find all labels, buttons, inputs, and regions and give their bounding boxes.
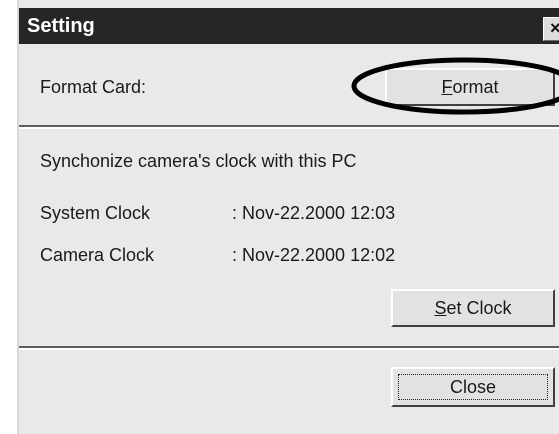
close-button[interactable]: Close [391,367,555,407]
separator-bottom [19,346,559,350]
separator-top [19,125,559,129]
camera-clock-value: : Nov-22.2000 12:02 [232,245,396,265]
format-card-label: Format Card: [40,77,147,97]
format-button[interactable]: Format [385,68,555,106]
settings-dialog: Setting × Format Card: Format Synchonize… [17,0,559,434]
set-clock-button[interactable]: Set Clock [391,289,555,327]
set-clock-mnemonic: S [434,298,447,318]
format-button-mnemonic: F [441,77,453,97]
window-title: Setting [27,15,95,37]
camera-clock-label: Camera Clock [40,245,155,265]
system-clock-label: System Clock [40,203,151,223]
format-button-label: ormat [452,77,499,97]
system-clock-value: : Nov-22.2000 12:03 [232,203,396,223]
title-bar[interactable]: Setting × [19,8,559,44]
focus-ring [398,374,548,400]
sync-heading: Synchonize camera's clock with this PC [40,151,357,171]
close-icon[interactable]: × [543,17,559,41]
set-clock-button-label: et Clock [446,298,512,318]
